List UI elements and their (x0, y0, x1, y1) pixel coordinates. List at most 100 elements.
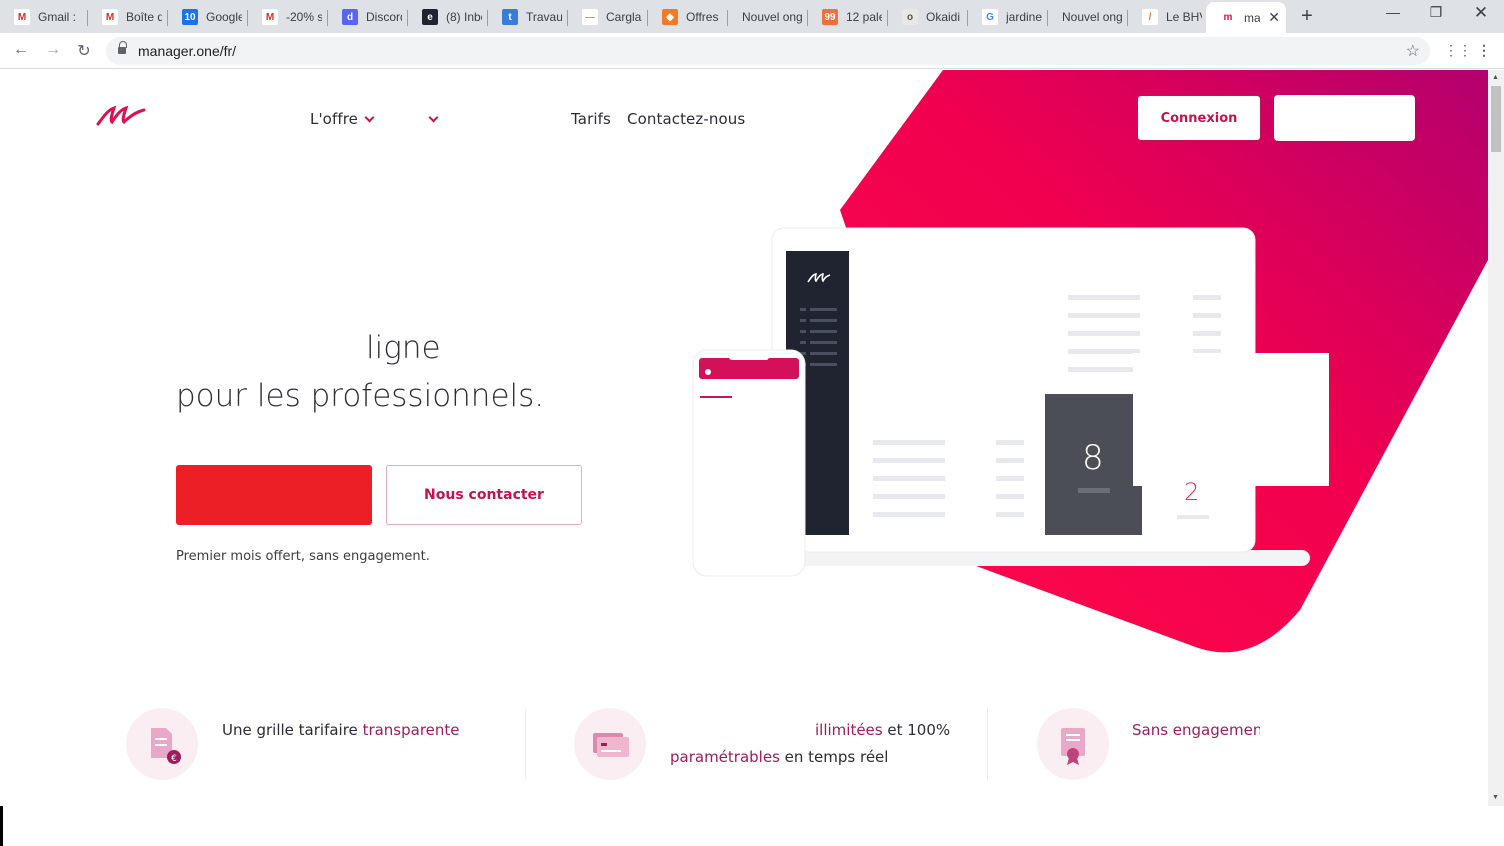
nav-offre[interactable]: L'offre (310, 110, 375, 128)
99d-icon: 99 (822, 9, 838, 25)
tab-title: jardiner (1006, 10, 1042, 24)
tab-title: -20% su (286, 10, 322, 24)
nav-dropdown-2[interactable] (422, 110, 439, 128)
nav-offre-label: L'offre (310, 110, 358, 128)
svg-text:€: € (171, 754, 177, 764)
feature-cards-plain1: et 100% (882, 721, 951, 739)
scroll-up-icon[interactable]: ▲ (1492, 74, 1499, 81)
bookmark-star-icon[interactable]: ☆ (1406, 41, 1420, 61)
browser-tab-strip: + — ❐ ✕ M Gmail : M Boîte de 10 Google M -20% … (0, 0, 1504, 33)
tab-title: 12 pale (846, 10, 882, 24)
feature-cards-highlight1: illimitées (815, 721, 883, 739)
nav-tarifs[interactable]: Tarifs (571, 110, 611, 128)
feature-cards-icon-circle (574, 708, 646, 780)
tab-title: Boîte de (126, 10, 162, 24)
browser-tab[interactable]: Gjardiner (968, 4, 1048, 30)
maximize-button[interactable]: ❐ (1421, 4, 1451, 21)
tab-title: Offres F (686, 10, 722, 24)
certificate-icon (1061, 728, 1085, 765)
new-tab-button[interactable]: + (1297, 6, 1317, 26)
tab-title: mar (1244, 10, 1261, 25)
url-text: manager.one/fr/ (138, 43, 237, 59)
tab-title: Gmail : (38, 10, 77, 24)
gmail-icon: M (102, 9, 118, 25)
browser-tab[interactable]: M Boîte de (88, 4, 168, 30)
app-mockup-illustration (692, 227, 1329, 577)
tab-title: Discord (366, 10, 402, 24)
browser-tab[interactable]: e (8) Inbo (408, 4, 488, 30)
document-euro-icon: € (151, 728, 181, 764)
browser-tab[interactable]: — Carglass (568, 4, 648, 30)
page-content: L'offre Tarifs Contactez-nous Connexion … (0, 70, 1488, 806)
window-close-button[interactable]: ✕ (1466, 3, 1496, 23)
contact-button[interactable]: Nous contacter (386, 465, 582, 525)
scroll-down-icon[interactable]: ▼ (1492, 794, 1499, 801)
browser-tab[interactable]: ◆ Offres F (648, 4, 728, 30)
bhv-icon: / (1142, 9, 1158, 25)
hero-subtitle: Premier mois offert, sans engagement. (176, 549, 430, 564)
inbox-icon: e (422, 9, 438, 25)
signup-button[interactable] (1274, 95, 1415, 141)
travaux-icon: t (502, 9, 518, 25)
tab-title: (8) Inbo (446, 10, 482, 24)
taskbar-area (0, 806, 1504, 846)
browser-tab[interactable]: 10 Google (168, 4, 248, 30)
gmail-icon: M (14, 9, 30, 25)
tab-close-icon[interactable]: ✕ (1268, 9, 1280, 26)
tab-title: Le BHV (1166, 10, 1202, 24)
extension-icon[interactable]: ⋮⋮ (1444, 42, 1472, 59)
tab-title: Nouvel ongl (1062, 10, 1122, 24)
browser-tab[interactable]: 99 12 pale (808, 4, 888, 30)
browser-tab[interactable]: d Discord (328, 4, 408, 30)
browser-toolbar: ← → ↻ manager.one/fr/ ☆ ⋮⋮ ⋮ (0, 33, 1504, 69)
feature-engagement-icon-circle (1037, 708, 1109, 780)
forward-button[interactable]: → (42, 41, 64, 59)
feature-cards-text: illimitées et 100% paramétrables en temp… (670, 717, 950, 771)
browser-tab[interactable]: o Okaidi (888, 4, 968, 30)
tab-title: Carglass (606, 10, 642, 24)
feature-divider (525, 708, 526, 780)
browser-tab[interactable]: Nouvel ongl (728, 4, 808, 30)
feature-cards-plain2: en temps réel (779, 748, 889, 766)
lock-icon (118, 41, 127, 55)
offres-icon: ◆ (662, 9, 678, 25)
browser-tab[interactable]: / Le BHV (1128, 4, 1208, 30)
scroll-thumb[interactable] (1491, 86, 1501, 152)
connexion-button[interactable]: Connexion (1137, 95, 1261, 141)
browser-tab[interactable]: mmar ✕ (1206, 2, 1286, 33)
feature-pricing-text: Une grille tarifaire transparente (222, 717, 460, 744)
address-bar[interactable]: manager.one/fr/ ☆ (106, 37, 1430, 65)
back-button[interactable]: ← (10, 41, 32, 59)
tab-title: Nouvel ongl (742, 10, 802, 24)
page-scrollbar[interactable]: ▲ ▼ (1488, 70, 1504, 806)
tab-title: Okaidi (926, 10, 961, 24)
chevron-down-icon (428, 112, 439, 123)
google-icon: G (982, 9, 998, 25)
okaidi-icon: o (902, 9, 918, 25)
browser-tab[interactable]: Nouvel ongl (1048, 4, 1128, 30)
tab-title: Travaux (526, 10, 562, 24)
feature-pricing-plain: Une grille tarifaire (222, 721, 363, 739)
chevron-down-icon (364, 112, 375, 123)
carglass-icon: — (582, 9, 598, 25)
primary-cta-button[interactable] (176, 465, 372, 525)
menu-icon[interactable]: ⋮ (1477, 42, 1491, 59)
calendar-icon: 10 (182, 9, 198, 25)
hero-title-line1: ligne (366, 330, 441, 366)
feature-cards-highlight2: paramétrables (670, 748, 780, 766)
mockup-small-number: 2 (1184, 478, 1200, 506)
feature-pricing-icon-circle: € (126, 708, 198, 780)
reload-button[interactable]: ↻ (73, 41, 95, 61)
browser-tab[interactable]: t Travaux (488, 4, 568, 30)
browser-tab[interactable]: M -20% su (248, 4, 328, 30)
manager-icon: m (1220, 9, 1236, 26)
feature-engagement-highlight: Sans engagement (1132, 721, 1260, 739)
tab-title: Google (206, 10, 242, 24)
mockup-big-number: 8 (1082, 438, 1104, 478)
nav-contact[interactable]: Contactez-nous (627, 110, 745, 128)
minimize-button[interactable]: — (1378, 4, 1408, 20)
hero-title-line2: pour les professionnels. (176, 378, 545, 414)
browser-tab[interactable]: M Gmail : (0, 4, 88, 30)
brand-logo[interactable] (96, 104, 146, 128)
feature-pricing-highlight: transparente (362, 721, 460, 739)
